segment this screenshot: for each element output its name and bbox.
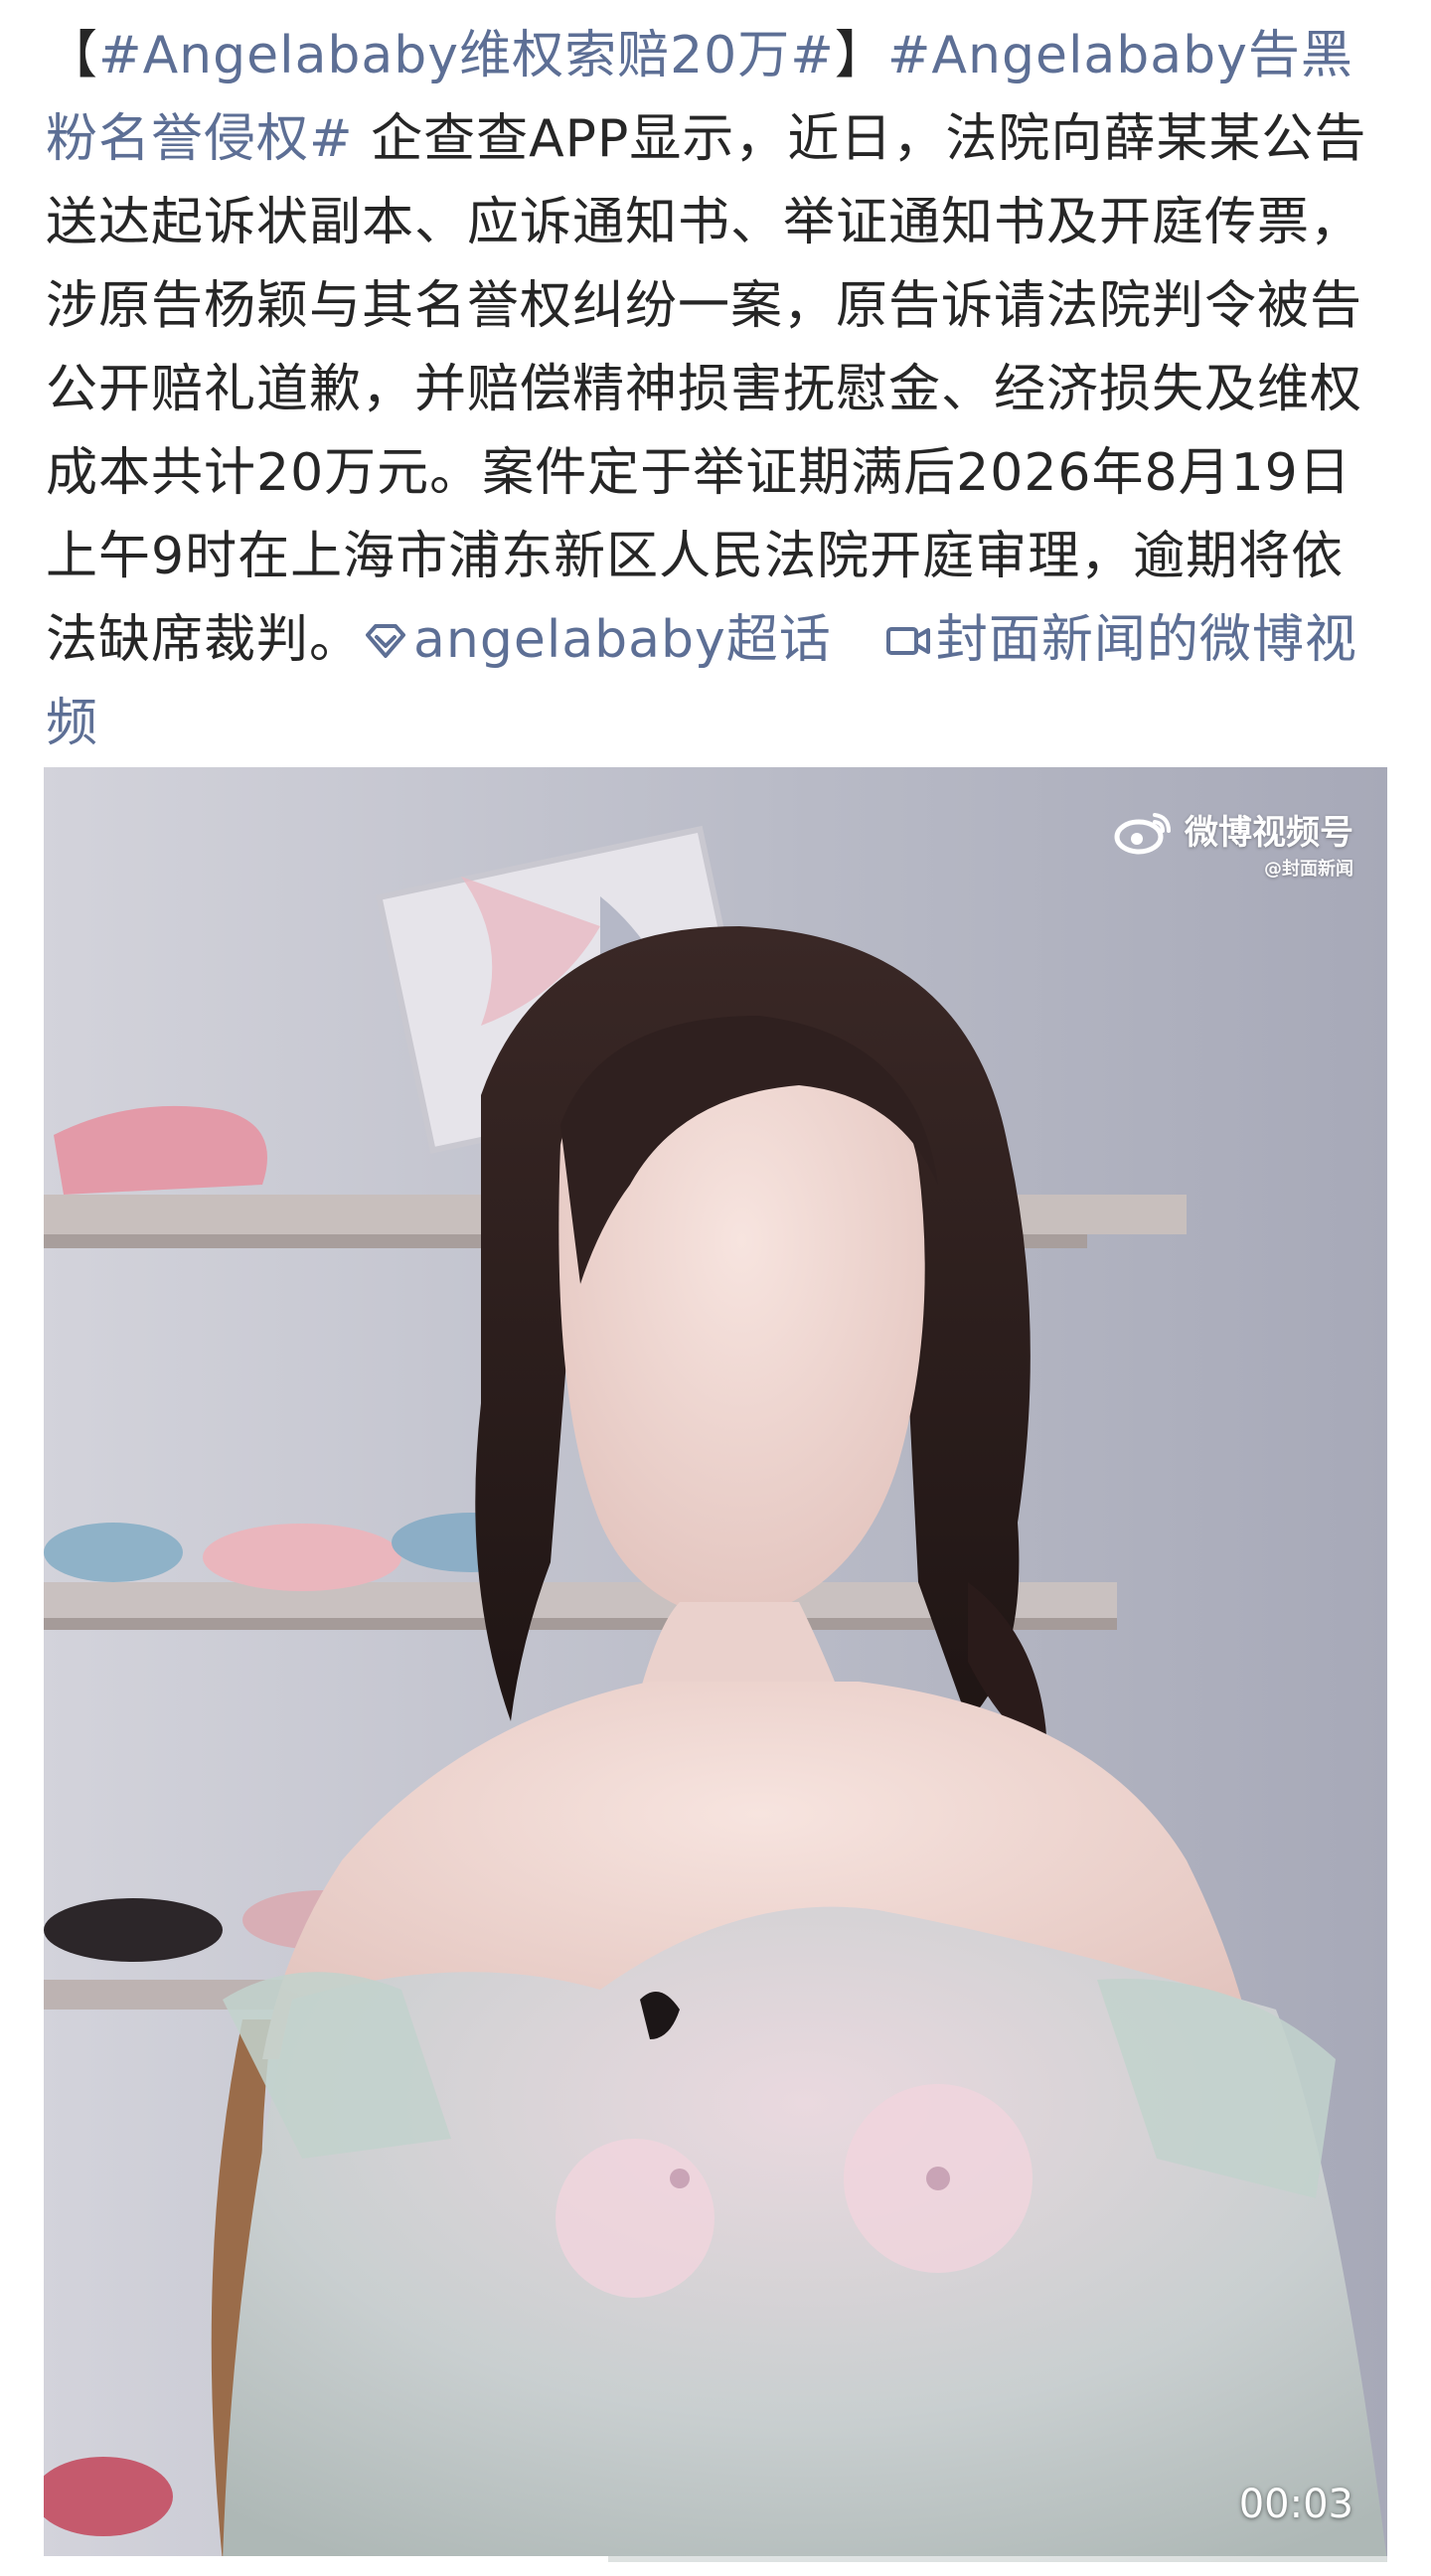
video-player[interactable]: 微博视频号 @封面新闻 00:03 [44,767,1387,2562]
topic-link-weiquan[interactable]: #Angelababy维权索赔20万# [98,26,835,85]
video-duration: 00:03 [1238,2482,1353,2527]
video-progress-bar[interactable] [44,2556,1387,2562]
post-text: 【#Angelababy维权索赔20万#】#Angelababy告黑粉名誉侵权#… [46,14,1391,765]
supertopic-link[interactable]: angelababy超话 [362,610,832,670]
weibo-eye-logo [1114,813,1171,855]
watermark-title: 微博视频号 [1185,813,1353,853]
video-camera-icon [885,627,930,655]
watermark-source: @封面新闻 [1264,859,1353,880]
video-watermark: 微博视频号 @封面新闻 [1113,809,1353,883]
post-body: 企查查APP显示，近日，法院向薛某某公告送达起诉状副本、应诉通知书、举证通知书及… [46,109,1367,670]
watermark-title-row: 微博视频号 [1113,809,1353,857]
video-thumbnail [44,767,1387,2562]
bracket-open: 【 [46,26,99,85]
bracket-close: 】 [834,26,887,85]
video-progress-fill [44,2556,608,2562]
supertopic-label: angelababy超话 [413,610,832,670]
diamond-supertopic-icon [366,624,406,658]
